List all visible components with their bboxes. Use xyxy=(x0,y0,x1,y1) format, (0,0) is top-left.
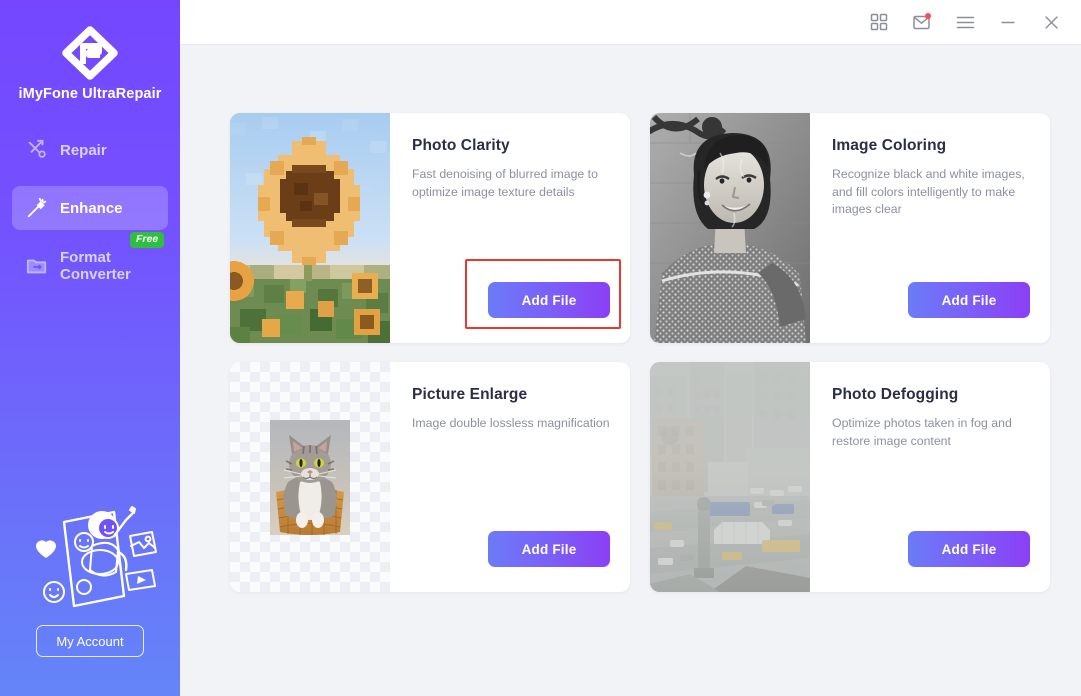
add-file-button[interactable]: Add File xyxy=(908,282,1030,318)
transparency-checkerboard xyxy=(230,362,390,592)
cat-in-basket-transparent xyxy=(270,419,350,535)
close-icon[interactable] xyxy=(1039,10,1063,34)
card-thumbnail xyxy=(650,362,810,592)
minimize-icon[interactable] xyxy=(996,10,1020,34)
feature-cards-grid: Photo Clarity Fast denoising of blurred … xyxy=(180,45,1081,592)
card-title: Photo Defogging xyxy=(832,386,959,403)
card-photo-defogging[interactable]: Photo Defogging Optimize photos taken in… xyxy=(650,362,1050,592)
pixelated-sunflower-field xyxy=(230,113,390,343)
add-file-button[interactable]: Add File xyxy=(488,282,610,318)
app-window: iMyFone UltraRepair Repair Enhance Free … xyxy=(0,0,1081,696)
card-thumbnail xyxy=(230,113,390,343)
card-photo-clarity[interactable]: Photo Clarity Fast denoising of blurred … xyxy=(230,113,630,343)
card-description: Optimize photos taken in fog and restore… xyxy=(832,416,1012,448)
person-photo-illustration xyxy=(22,500,162,615)
app-title: iMyFone UltraRepair xyxy=(18,86,162,102)
card-body: Photo Clarity Fast denoising of blurred … xyxy=(390,113,630,343)
card-description: Recognize black and white images, and fi… xyxy=(832,167,1025,216)
notification-dot xyxy=(925,13,931,19)
sidebar-item-repair[interactable]: Repair xyxy=(12,128,168,172)
grid-apps-icon[interactable] xyxy=(867,10,891,34)
main-content: Photo Clarity Fast denoising of blurred … xyxy=(180,0,1081,696)
sidebar-nav: Repair Enhance Free Format Converter xyxy=(0,128,180,288)
card-title: Photo Clarity xyxy=(412,137,510,154)
window-titlebar xyxy=(180,0,1081,45)
card-thumbnail xyxy=(230,362,390,592)
add-file-button[interactable]: Add File xyxy=(488,531,610,567)
my-account-button[interactable]: My Account xyxy=(36,625,144,657)
sidebar-item-label: Enhance xyxy=(60,199,123,217)
card-body: Picture Enlarge Image double lossless ma… xyxy=(390,362,630,592)
hamburger-menu-icon[interactable] xyxy=(953,10,977,34)
magic-wand-icon xyxy=(26,197,48,219)
app-logo xyxy=(0,22,180,84)
black-and-white-portrait xyxy=(650,113,810,343)
card-title: Image Coloring xyxy=(832,137,947,154)
card-body: Image Coloring Recognize black and white… xyxy=(810,113,1050,343)
sidebar-item-label: Format Converter xyxy=(60,249,131,283)
card-picture-enlarge[interactable]: Picture Enlarge Image double lossless ma… xyxy=(230,362,630,592)
sidebar-item-format-converter[interactable]: Free Format Converter xyxy=(12,232,168,288)
sidebar-item-label: Repair xyxy=(60,141,107,159)
ultrarepair-logo-icon xyxy=(62,26,118,80)
mail-envelope-icon[interactable] xyxy=(910,10,934,34)
card-image-coloring[interactable]: Image Coloring Recognize black and white… xyxy=(650,113,1050,343)
card-description: Image double lossless magnification xyxy=(412,416,610,430)
card-body: Photo Defogging Optimize photos taken in… xyxy=(810,362,1050,592)
free-badge: Free xyxy=(130,232,165,248)
folder-convert-icon xyxy=(26,255,48,277)
wrench-screwdriver-icon xyxy=(26,139,48,161)
sidebar: iMyFone UltraRepair Repair Enhance Free … xyxy=(0,0,180,696)
foggy-city-street xyxy=(650,362,810,592)
add-file-button[interactable]: Add File xyxy=(908,531,1030,567)
card-thumbnail xyxy=(650,113,810,343)
sidebar-item-enhance[interactable]: Enhance xyxy=(12,186,168,230)
card-description: Fast denoising of blurred image to optim… xyxy=(412,167,598,199)
card-title: Picture Enlarge xyxy=(412,386,528,403)
